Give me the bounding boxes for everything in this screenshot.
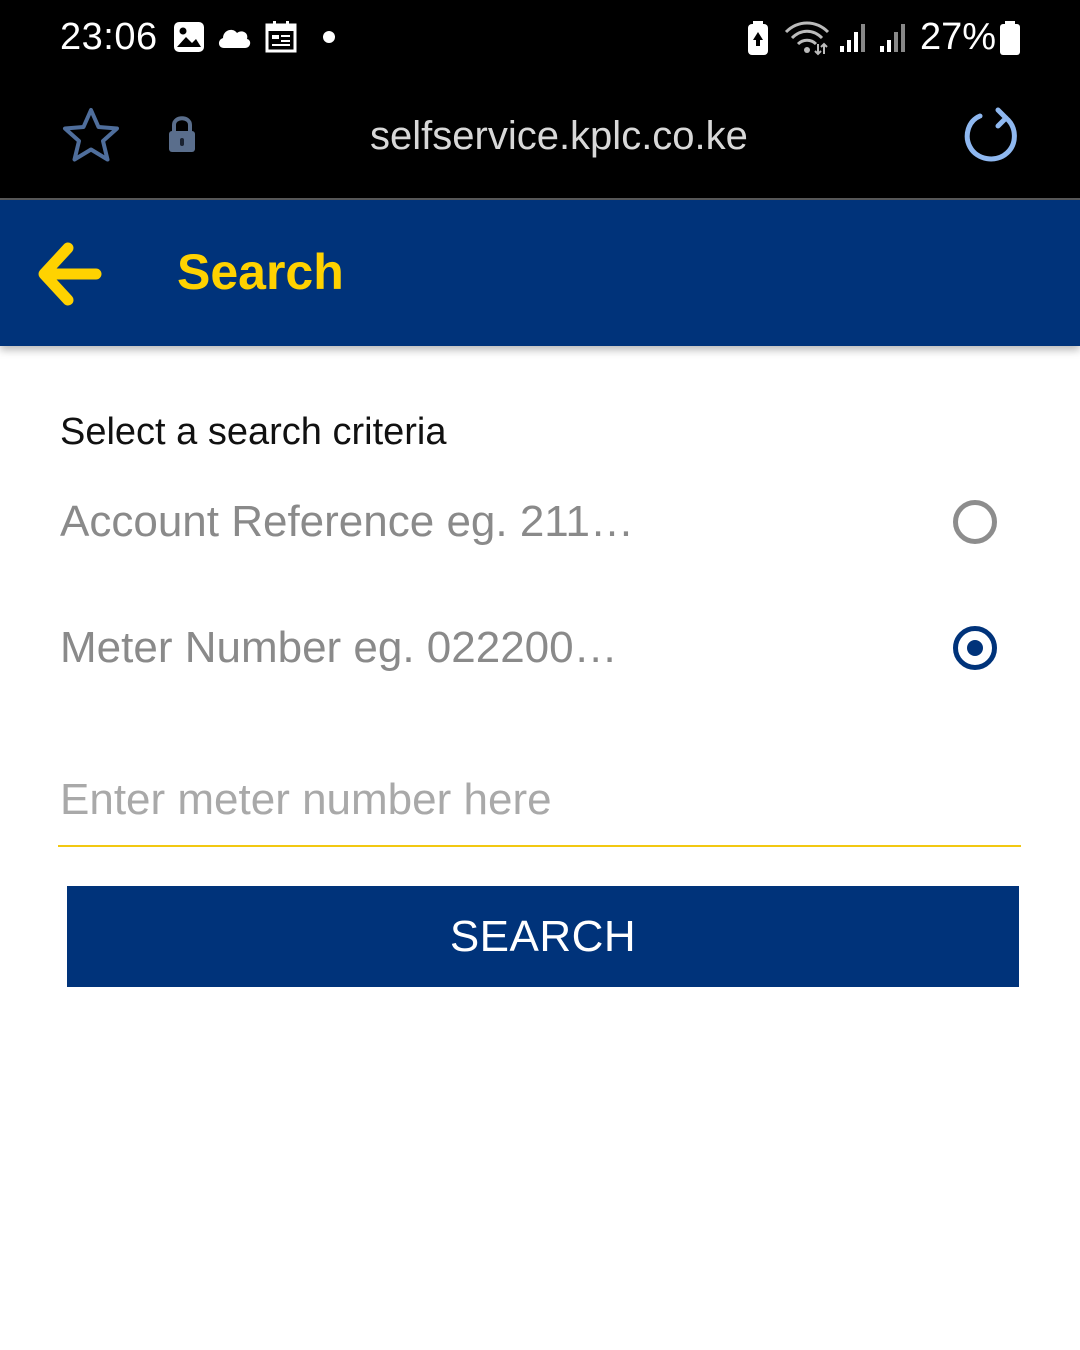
page: 23:06 27% selfservice.kplc.co.ke Search … — [0, 0, 1080, 1350]
gallery-icon — [174, 22, 204, 52]
battery-icon — [1000, 21, 1020, 55]
page-title: Search — [177, 244, 344, 300]
reload-icon[interactable] — [960, 106, 1020, 166]
meter-number-input[interactable] — [60, 760, 1020, 840]
status-bar: 23:06 27% — [0, 0, 1080, 76]
radio-selected-dot — [967, 640, 983, 656]
notification-dot-icon — [323, 31, 335, 43]
battery-saver-icon — [748, 21, 768, 55]
input-underline — [58, 845, 1021, 847]
url-display[interactable]: selfservice.kplc.co.ke — [370, 108, 748, 164]
signal-icon — [880, 24, 905, 52]
app-header: Search — [0, 200, 1080, 346]
lock-icon — [169, 116, 195, 152]
criteria-label: Select a search criteria — [60, 411, 447, 453]
radio-account-reference[interactable] — [953, 500, 997, 544]
arrow-left-icon[interactable] — [38, 242, 102, 306]
wifi-icon — [784, 21, 830, 56]
cloud-icon — [218, 29, 251, 48]
browser-bar: selfservice.kplc.co.ke — [0, 76, 1080, 200]
signal-icon — [840, 24, 865, 52]
status-time: 23:06 — [60, 16, 158, 58]
calendar-icon — [265, 21, 297, 53]
option-label: Meter Number eg. 022200… — [60, 623, 618, 672]
star-icon[interactable] — [60, 106, 122, 166]
option-label: Account Reference eg. 211… — [60, 497, 634, 546]
status-right-icons: 27% — [740, 14, 1030, 64]
radio-meter-number[interactable] — [953, 626, 997, 670]
battery-percent: 27% — [920, 16, 997, 58]
option-account-reference[interactable]: Account Reference eg. 211… — [60, 472, 1020, 572]
option-meter-number[interactable]: Meter Number eg. 022200… — [60, 598, 1020, 698]
search-button[interactable]: SEARCH — [67, 886, 1019, 987]
